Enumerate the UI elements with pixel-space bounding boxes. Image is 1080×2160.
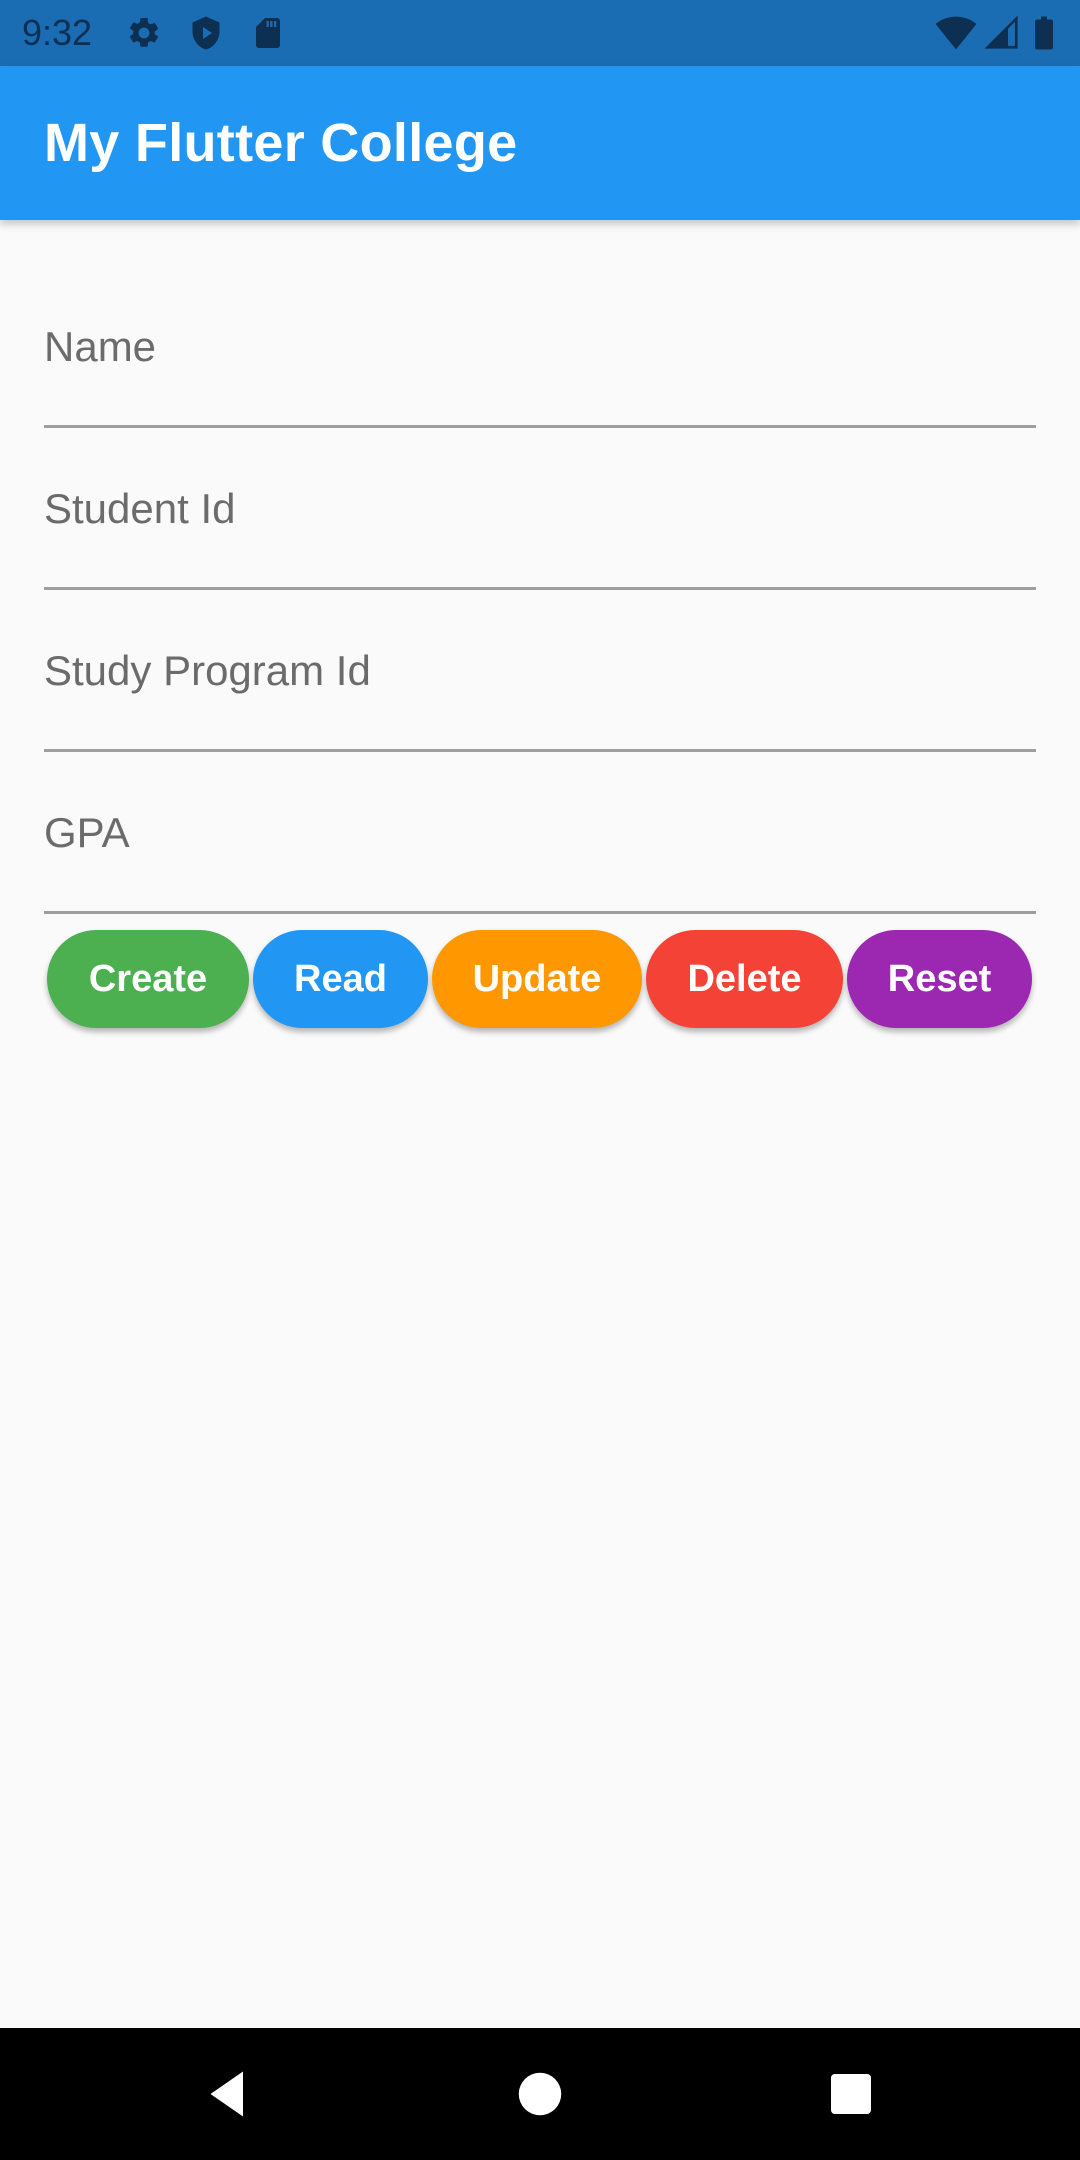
shield-play-icon: [188, 15, 224, 51]
status-time: 9:32: [22, 12, 93, 53]
delete-button[interactable]: Delete: [646, 930, 843, 1028]
home-icon[interactable]: [510, 2064, 570, 2124]
battery-icon: [1032, 15, 1056, 51]
app-bar: My Flutter College: [0, 66, 1080, 220]
study-program-id-field[interactable]: Study Program Id: [44, 590, 1036, 752]
back-icon[interactable]: [198, 2064, 258, 2124]
app-screen: 9:32 My Flutter College Name Student Id …: [0, 0, 1080, 2160]
read-button[interactable]: Read: [253, 930, 428, 1028]
navigation-bar: [0, 2028, 1080, 2160]
settings-icon: [126, 15, 162, 51]
create-button[interactable]: Create: [47, 930, 249, 1028]
gpa-field-underline: [44, 911, 1036, 914]
student-id-field[interactable]: Student Id: [44, 428, 1036, 590]
wifi-icon: [934, 15, 978, 51]
cell-signal-icon: [984, 15, 1020, 51]
gpa-field[interactable]: GPA: [44, 752, 1036, 914]
sd-card-icon: [250, 15, 286, 51]
app-title: My Flutter College: [44, 113, 518, 173]
name-field-label: Name: [44, 323, 157, 370]
name-field[interactable]: Name: [44, 266, 1036, 428]
study-program-id-field-label: Study Program Id: [44, 647, 371, 694]
student-id-field-label: Student Id: [44, 485, 236, 532]
recents-icon[interactable]: [821, 2064, 881, 2124]
gpa-field-label: GPA: [44, 809, 130, 856]
reset-button[interactable]: Reset: [847, 930, 1032, 1028]
status-bar: 9:32: [0, 0, 1080, 66]
update-button[interactable]: Update: [432, 930, 642, 1028]
